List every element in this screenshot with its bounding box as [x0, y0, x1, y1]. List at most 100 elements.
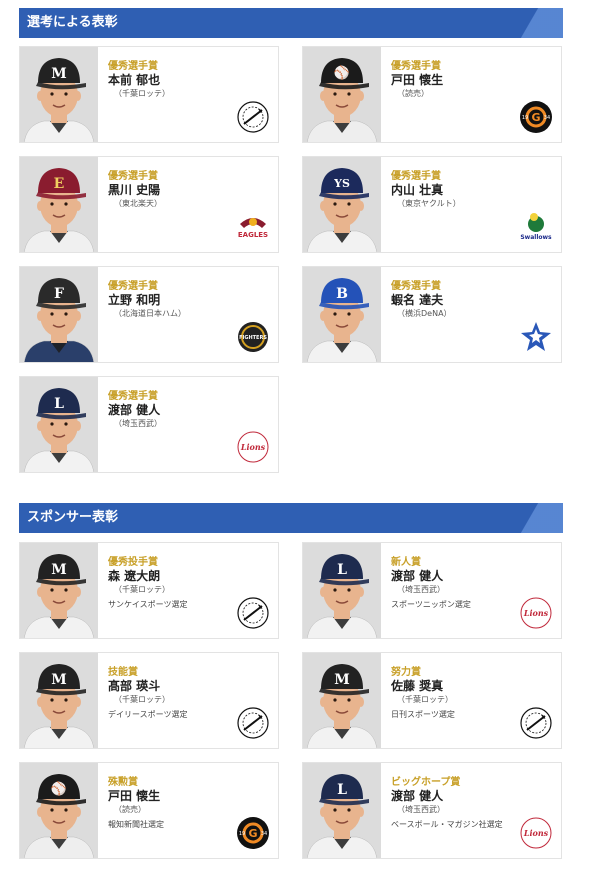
- section-header-selection: 選考による表彰: [19, 8, 563, 38]
- player-card[interactable]: F 優秀選手賞 立野 和明 （北海道日本ハム） FIGHTERS: [19, 266, 279, 363]
- player-name: 内山 壮真: [391, 183, 444, 197]
- svg-text:E: E: [54, 176, 65, 192]
- svg-text:⚾: ⚾: [333, 64, 350, 81]
- player-name: 本前 郁也: [108, 73, 161, 87]
- player-name: 佐藤 奨真: [391, 679, 444, 693]
- svg-text:L: L: [337, 782, 347, 798]
- player-photo: L: [303, 543, 381, 638]
- svg-text:19: 19: [522, 115, 528, 121]
- svg-text:Lions: Lions: [523, 608, 549, 618]
- player-name: 渡部 健人: [108, 403, 161, 417]
- svg-text:19: 19: [239, 831, 245, 837]
- lions-logo: Lions: [236, 430, 270, 464]
- player-team: （読売）: [397, 89, 429, 98]
- player-name: 戸田 懐生: [108, 789, 161, 803]
- award-name: 優秀選手賞: [108, 281, 158, 292]
- award-name: 優秀選手賞: [391, 171, 441, 182]
- player-team: （埼玉西武）: [397, 585, 445, 594]
- player-photo: E: [20, 157, 98, 252]
- player-name: 立野 和明: [108, 293, 161, 307]
- svg-text:YS: YS: [333, 177, 350, 190]
- player-team: （埼玉西武）: [114, 419, 162, 428]
- award-name: 優秀投手賞: [108, 557, 158, 568]
- player-card[interactable]: YS 優秀選手賞 内山 壮真 （東京ヤクルト） Swallows: [302, 156, 562, 253]
- svg-text:Swallows: Swallows: [520, 234, 552, 241]
- player-team: （読売）: [114, 805, 146, 814]
- player-name: 渡部 健人: [391, 789, 444, 803]
- player-card[interactable]: M 努力賞 佐藤 奨真 （千葉ロッテ） 日刊スポーツ選定: [302, 652, 562, 749]
- award-name: 優秀選手賞: [108, 61, 158, 72]
- player-name: 蝦名 達夫: [391, 293, 444, 307]
- award-selector: スポーツニッポン選定: [391, 600, 471, 609]
- player-card[interactable]: L 新人賞 渡部 健人 （埼玉西武） スポーツニッポン選定 Lions: [302, 542, 562, 639]
- player-card[interactable]: L 優秀選手賞 渡部 健人 （埼玉西武） Lions: [19, 376, 279, 473]
- player-photo: L: [303, 763, 381, 858]
- player-team: （東北楽天）: [114, 199, 162, 208]
- award-name: 優秀選手賞: [108, 171, 158, 182]
- svg-text:B: B: [336, 286, 348, 302]
- player-card[interactable]: L ビッグホープ賞 渡部 健人 （埼玉西武） ベースボール・マガジン社選定 Lions: [302, 762, 562, 859]
- player-team: （千葉ロッテ）: [397, 695, 453, 704]
- player-photo: F: [20, 267, 98, 362]
- lions-logo: Lions: [519, 596, 553, 630]
- player-card[interactable]: E 優秀選手賞 黒川 史陽 （東北楽天） EAGLES: [19, 156, 279, 253]
- giants-logo: G 19 34: [519, 100, 553, 134]
- player-photo: YS: [303, 157, 381, 252]
- fighters-logo: FIGHTERS: [236, 320, 270, 354]
- award-selector: デイリースポーツ選定: [108, 710, 188, 719]
- baystars-logo: [519, 320, 553, 354]
- award-name: 新人賞: [391, 557, 421, 568]
- svg-text:M: M: [51, 562, 67, 578]
- award-name: 努力賞: [391, 667, 421, 678]
- svg-text:M: M: [334, 672, 350, 688]
- svg-text:M: M: [51, 672, 67, 688]
- player-name: 戸田 懐生: [391, 73, 444, 87]
- svg-text:34: 34: [544, 115, 550, 121]
- award-name: 優秀選手賞: [391, 281, 441, 292]
- player-photo: L: [20, 377, 98, 472]
- award-name: 優秀選手賞: [108, 391, 158, 402]
- award-selector: 日刊スポーツ選定: [391, 710, 455, 719]
- player-team: （東京ヤクルト）: [397, 199, 461, 208]
- lions-logo: Lions: [519, 816, 553, 850]
- player-team: （埼玉西武）: [397, 805, 445, 814]
- player-name: 髙部 瑛斗: [108, 679, 161, 693]
- svg-text:L: L: [337, 562, 347, 578]
- award-selector: 報知新聞社選定: [108, 820, 164, 829]
- eagles-logo: EAGLES: [236, 210, 270, 244]
- player-card[interactable]: M 技能賞 髙部 瑛斗 （千葉ロッテ） デイリースポーツ選定: [19, 652, 279, 749]
- svg-text:M: M: [51, 66, 67, 82]
- svg-text:Lions: Lions: [523, 828, 549, 838]
- player-card[interactable]: ⚾ 殊勲賞 戸田 懐生 （読売） 報知新聞社選定 G 19 34: [19, 762, 279, 859]
- player-card[interactable]: M 優秀選手賞 本前 郁也 （千葉ロッテ）: [19, 46, 279, 143]
- section-header-sponsor: スポンサー表彰: [19, 503, 563, 533]
- player-name: 渡部 健人: [391, 569, 444, 583]
- award-selector: サンケイスポーツ選定: [108, 600, 188, 609]
- player-photo: M: [20, 653, 98, 748]
- svg-text:F: F: [54, 286, 64, 302]
- player-card[interactable]: ⚾ 優秀選手賞 戸田 懐生 （読売） G 19 34: [302, 46, 562, 143]
- svg-text:Lions: Lions: [240, 442, 266, 452]
- player-photo: M: [20, 47, 98, 142]
- marines-logo: [236, 100, 270, 134]
- player-card[interactable]: M 優秀投手賞森 遼大朗 （千葉ロッテ） サンケイスポーツ選定: [19, 542, 279, 639]
- svg-text:EAGLES: EAGLES: [238, 231, 268, 239]
- award-name: 殊勲賞: [108, 777, 138, 788]
- player-name: 黒川 史陽: [108, 183, 161, 197]
- marines-logo: [519, 706, 553, 740]
- player-team: （千葉ロッテ）: [114, 585, 170, 594]
- player-photo: B: [303, 267, 381, 362]
- player-team: （千葉ロッテ）: [114, 695, 170, 704]
- player-photo: M: [303, 653, 381, 748]
- player-name: 森 遼大朗: [108, 569, 161, 583]
- svg-text:G: G: [531, 111, 540, 124]
- svg-text:FIGHTERS: FIGHTERS: [239, 335, 267, 341]
- svg-text:⚾: ⚾: [50, 780, 67, 797]
- swallows-logo: Swallows: [519, 210, 553, 244]
- player-photo: ⚾: [20, 763, 98, 858]
- giants-logo: G 19 34: [236, 816, 270, 850]
- svg-text:34: 34: [261, 831, 267, 837]
- award-name: ビッグホープ賞: [391, 777, 461, 788]
- player-card[interactable]: B 優秀選手賞 蝦名 達夫 （横浜DeNA）: [302, 266, 562, 363]
- award-name: 優秀選手賞: [391, 61, 441, 72]
